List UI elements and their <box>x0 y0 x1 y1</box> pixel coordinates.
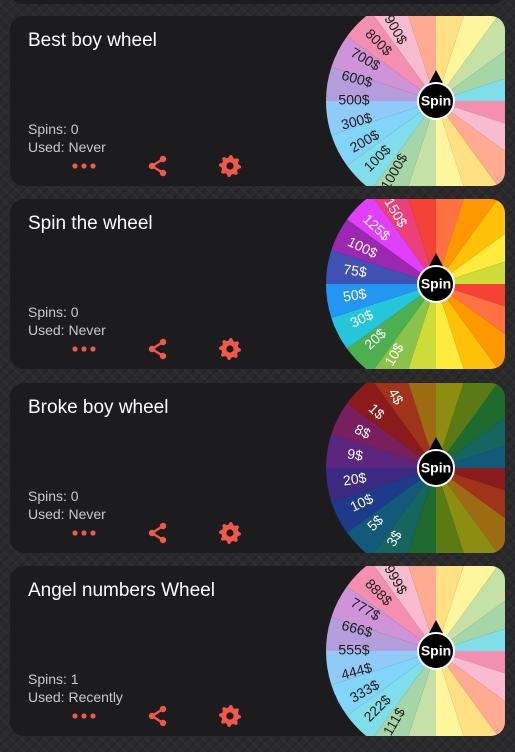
spin-label[interactable]: Spin <box>421 460 451 476</box>
wheel-title: Spin the wheel <box>28 213 153 234</box>
wheel-segment-label: 9$ <box>346 445 364 463</box>
ellipsis-icon <box>72 713 96 719</box>
settings-button[interactable] <box>216 335 244 363</box>
wheel-preview[interactable]: 10$ 20$ 30$ 50$ 75$ 100$ 125$ 150$ Spin <box>316 199 505 369</box>
prize-wheel: 3$5$10$20$9$8$1$4$Spin <box>326 383 505 553</box>
more-button[interactable] <box>70 335 98 363</box>
spins-count: Spins: 0 <box>28 488 79 504</box>
ellipsis-icon <box>72 163 96 169</box>
share-button[interactable] <box>144 702 172 730</box>
share-button[interactable] <box>144 335 172 363</box>
share-icon <box>148 338 167 360</box>
gear-icon <box>219 338 241 360</box>
wheel-preview[interactable]: 3$ 5$ 10$ 20$ 9$ 8$ 1$ 4$ Spin <box>316 383 505 553</box>
more-button[interactable] <box>70 519 98 547</box>
gear-icon <box>219 705 241 727</box>
spin-label[interactable]: Spin <box>421 276 451 292</box>
settings-button[interactable] <box>216 519 244 547</box>
wheel-stats: Spins: 1 Used: Recently <box>28 670 123 706</box>
wheel-stats: Spins: 0 Used: Never <box>28 303 106 339</box>
share-icon <box>148 705 167 727</box>
prize-wheel: 1000$100$200$300$500$600$700$800$900$Spi… <box>326 16 505 186</box>
gear-icon <box>219 155 241 177</box>
wheel-segment-label: 500$ <box>338 92 369 108</box>
more-button[interactable] <box>70 702 98 730</box>
wheel-title: Best boy wheel <box>28 30 157 51</box>
settings-button[interactable] <box>216 702 244 730</box>
wheel-segment-label: 555$ <box>338 642 369 658</box>
wheel-title: Broke boy wheel <box>28 397 169 418</box>
card-actions <box>70 152 250 180</box>
spin-label[interactable]: Spin <box>421 643 451 659</box>
gear-hole <box>226 712 234 720</box>
ellipsis-icon <box>72 530 96 536</box>
card-actions <box>70 335 250 363</box>
card-actions <box>70 702 250 730</box>
spins-count: Spins: 0 <box>28 121 79 137</box>
wheel-card[interactable]: Spin the wheel Spins: 0 Used: Never 10$ 2… <box>10 199 505 369</box>
gear-icon <box>219 522 241 544</box>
wheel-card[interactable]: Broke boy wheel Spins: 0 Used: Never 3$ 5… <box>10 383 505 553</box>
share-icon <box>148 155 167 177</box>
wheel-stats: Spins: 0 Used: Never <box>28 120 106 156</box>
spins-count: Spins: 0 <box>28 304 79 320</box>
card-actions <box>70 519 250 547</box>
share-button[interactable] <box>144 152 172 180</box>
spin-label[interactable]: Spin <box>421 93 451 109</box>
previous-card-edge <box>10 0 505 4</box>
share-button[interactable] <box>144 519 172 547</box>
spins-count: Spins: 1 <box>28 671 79 687</box>
gear-hole <box>226 529 234 537</box>
ellipsis-icon <box>72 346 96 352</box>
wheel-title: Angel numbers Wheel <box>28 580 215 601</box>
prize-wheel: 111$222$333$444$555$666$777$888$999$Spin <box>326 566 505 736</box>
gear-hole <box>226 345 234 353</box>
wheel-stats: Spins: 0 Used: Never <box>28 487 106 523</box>
more-button[interactable] <box>70 152 98 180</box>
share-icon <box>148 522 167 544</box>
prize-wheel: 10$20$30$50$75$100$125$150$Spin <box>326 199 505 369</box>
wheel-card[interactable]: Best boy wheel Spins: 0 Used: Never 1000… <box>10 16 505 186</box>
settings-button[interactable] <box>216 152 244 180</box>
wheel-preview[interactable]: 111$ 222$ 333$ 444$ 555$ 666$ 777$ 888$ 999$ Spin <box>316 566 505 736</box>
wheel-card[interactable]: Angel numbers Wheel Spins: 1 Used: Recen… <box>10 566 505 736</box>
wheel-preview[interactable]: 1000$ 100$ 200$ 300$ 500$ 600$ 700$ 800$ 900$ Spi… <box>316 16 505 186</box>
gear-hole <box>226 162 234 170</box>
